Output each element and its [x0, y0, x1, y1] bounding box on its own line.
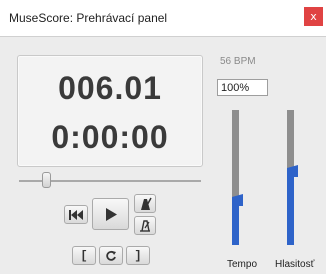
loop-button[interactable] [99, 246, 123, 265]
loop-icon [105, 250, 117, 262]
rewind-button[interactable] [64, 205, 88, 224]
position-display: 006.01 0:00:00 [17, 55, 203, 167]
volume-slider-track[interactable] [287, 110, 294, 171]
close-icon: x [310, 10, 317, 23]
tempo-slider-handle[interactable] [232, 194, 243, 206]
volume-slider-label: Hlasitosť [275, 259, 315, 270]
metronome-icon [138, 197, 152, 211]
tempo-slider-track[interactable] [232, 110, 239, 200]
loop-in-button[interactable]: [ [72, 246, 96, 265]
window-title: MuseScore: Prehrávací panel [9, 11, 168, 25]
loop-out-label: ] [134, 248, 142, 263]
close-button[interactable]: x [304, 7, 323, 26]
time-readout: 0:00:00 [51, 119, 169, 155]
play-button[interactable] [92, 198, 129, 230]
count-in-icon [138, 219, 152, 233]
measure-readout: 006.01 [58, 70, 162, 106]
bpm-readout: 56 BPM [220, 56, 256, 67]
title-bar: MuseScore: Prehrávací panel x [0, 0, 326, 37]
loop-in-label: [ [80, 248, 88, 263]
position-slider-handle[interactable] [42, 172, 51, 188]
play-icon [105, 207, 117, 221]
loop-out-button[interactable]: ] [126, 246, 150, 265]
volume-slider-handle[interactable] [287, 165, 298, 177]
volume-slider-fill [287, 171, 294, 245]
tempo-input[interactable] [217, 79, 268, 96]
tempo-slider-fill [232, 200, 239, 245]
rewind-to-start-icon [69, 209, 83, 220]
metronome-button[interactable] [134, 194, 156, 213]
tempo-slider-label: Tempo [227, 259, 258, 270]
count-in-button[interactable] [134, 216, 156, 235]
